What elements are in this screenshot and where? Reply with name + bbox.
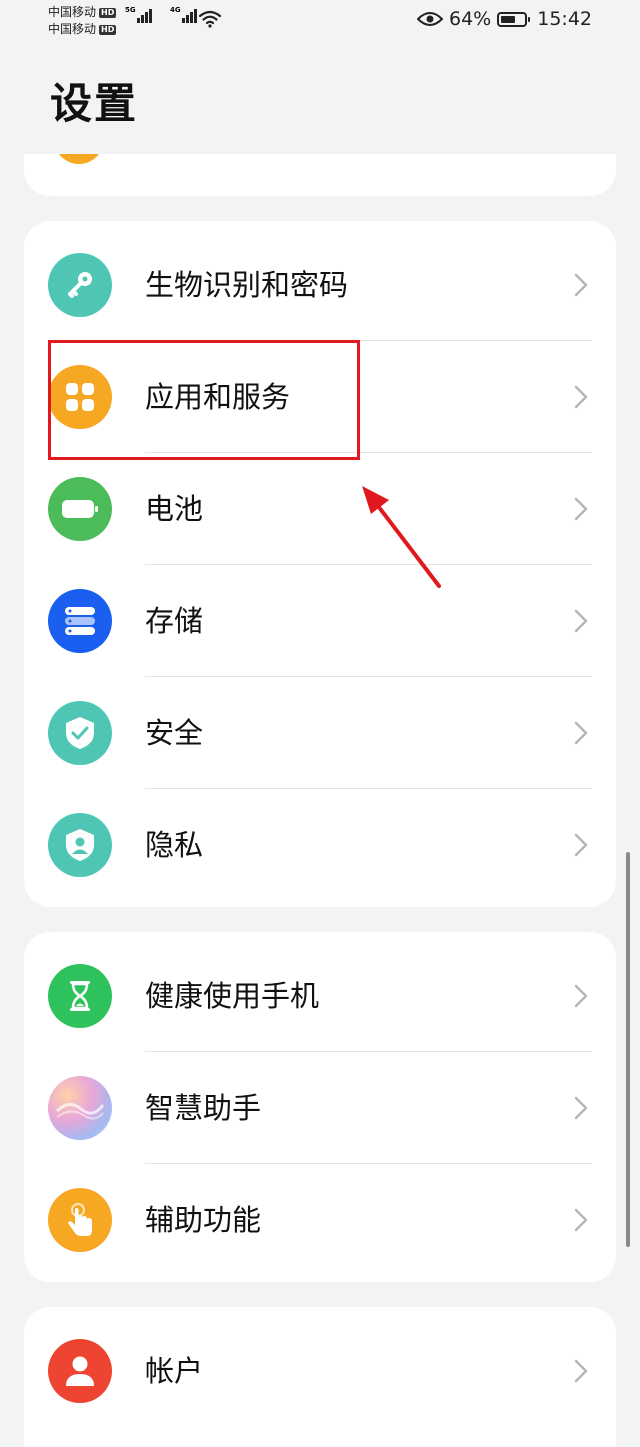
signal-5g-icon: 5G — [125, 6, 152, 23]
eye-comfort-icon — [417, 12, 443, 26]
carrier-2: 中国移动 HD — [48, 21, 117, 38]
status-bar: 中国移动 HD 中国移动 HD 5G 4G 64% 15:42 — [0, 0, 640, 44]
settings-item-security[interactable]: 安全 — [24, 677, 616, 789]
privacy-shield-icon — [48, 813, 112, 877]
settings-item-label: 辅助功能 — [145, 1203, 262, 1237]
settings-item-account[interactable]: 帐户 — [24, 1315, 616, 1427]
chevron-right-icon — [574, 609, 588, 633]
settings-item-label: 安全 — [145, 716, 204, 750]
user-icon — [48, 1339, 112, 1403]
carrier-1-name: 中国移动 — [48, 5, 97, 19]
page-title: 设置 — [50, 79, 139, 128]
battery-icon — [497, 11, 531, 27]
settings-item-accessibility[interactable]: 辅助功能 — [24, 1164, 616, 1276]
assistant-orb-icon — [48, 1076, 112, 1140]
settings-item-smart-assistant[interactable]: 智慧助手 — [24, 1052, 616, 1164]
clock: 15:42 — [537, 8, 592, 30]
settings-item-digital-balance[interactable]: 健康使用手机 — [24, 940, 616, 1052]
settings-item-label: 智慧助手 — [145, 1091, 262, 1125]
settings-item-label: 存储 — [145, 604, 204, 638]
battery-fill — [501, 15, 516, 23]
hd-badge: HD — [99, 24, 117, 35]
shield-check-icon — [48, 701, 112, 765]
settings-item-privacy[interactable]: 隐私 — [24, 789, 616, 901]
battery-icon — [48, 477, 112, 541]
settings-item-label: 帐户 — [145, 1354, 204, 1388]
partial-item-icon — [54, 154, 104, 164]
carrier-info: 中国移动 HD 中国移动 HD — [48, 4, 117, 38]
scrollbar[interactable] — [626, 852, 630, 1247]
annotation-arrow-icon — [362, 486, 441, 588]
network-type-2: 4G — [170, 6, 181, 14]
hand-tap-icon — [48, 1188, 112, 1252]
settings-item-storage[interactable]: 存储 — [24, 565, 616, 677]
status-right: 64% 15:42 — [417, 8, 592, 30]
chevron-right-icon — [574, 721, 588, 745]
network-type-1: 5G — [125, 6, 136, 14]
battery-percent: 64% — [449, 8, 492, 30]
wifi-icon — [198, 10, 222, 28]
settings-item-label: 健康使用手机 — [145, 979, 320, 1013]
chevron-right-icon — [574, 833, 588, 857]
storage-icon — [48, 589, 112, 653]
chevron-right-icon — [574, 497, 588, 521]
settings-card-partial — [24, 154, 616, 196]
settings-group-2: 健康使用手机 智慧助手 辅助功能 — [24, 932, 616, 1282]
hd-badge: HD — [99, 7, 117, 18]
carrier-2-name: 中国移动 — [48, 22, 97, 36]
carrier-1: 中国移动 HD — [48, 4, 117, 21]
settings-group-3: 帐户 — [24, 1307, 616, 1447]
key-icon — [48, 253, 112, 317]
chevron-right-icon — [574, 1096, 588, 1120]
settings-item-battery[interactable]: 电池 — [24, 453, 616, 565]
chevron-right-icon — [574, 1359, 588, 1383]
settings-group-1: 生物识别和密码 应用和服务 电池 存储 安全 隐私 — [24, 221, 616, 907]
annotation-highlight-box — [48, 340, 360, 460]
settings-item-label: 隐私 — [145, 828, 204, 862]
hourglass-icon — [48, 964, 112, 1028]
signal-indicators: 5G 4G — [125, 6, 197, 23]
chevron-right-icon — [574, 385, 588, 409]
settings-item-biometrics-password[interactable]: 生物识别和密码 — [24, 229, 616, 341]
settings-item-label: 电池 — [145, 492, 204, 526]
chevron-right-icon — [574, 273, 588, 297]
chevron-right-icon — [574, 1208, 588, 1232]
chevron-right-icon — [574, 984, 588, 1008]
signal-4g-icon: 4G — [170, 6, 197, 23]
settings-item-label: 生物识别和密码 — [145, 268, 349, 302]
